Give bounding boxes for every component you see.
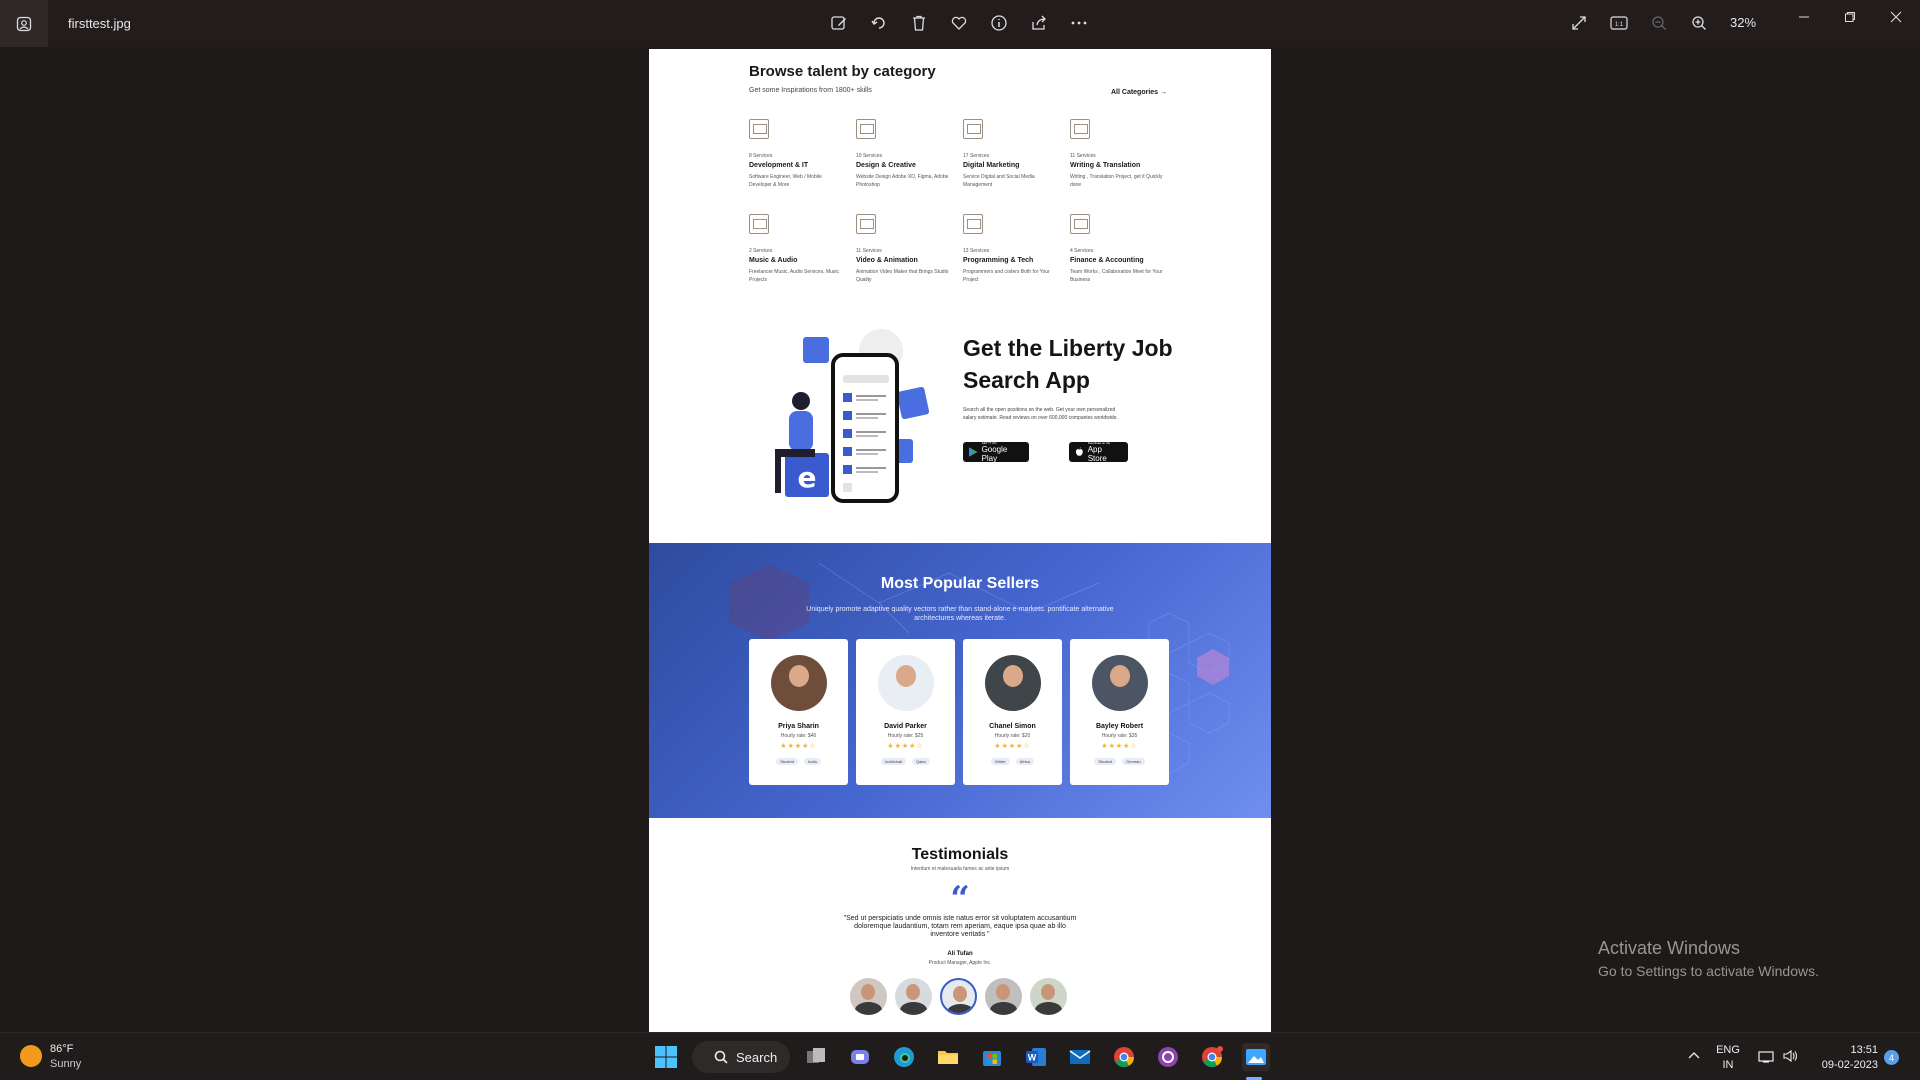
browse-subtitle: Get some Inspirations from 1800+ skills — [749, 87, 872, 94]
finance-icon — [1070, 214, 1090, 234]
google-play-icon — [969, 447, 978, 457]
category-writing: 11 Services Writing & Translation Writin… — [1070, 119, 1165, 189]
clock[interactable]: 13:51 09-02-2023 — [1808, 1043, 1878, 1073]
activate-windows-watermark: Activate Windows Go to Settings to activ… — [1598, 938, 1819, 979]
promo-title: Get the Liberty Job Search App — [963, 335, 1173, 393]
avatar — [1030, 978, 1067, 1015]
testimonials-subtitle: Interdum et malesuada fames ac ante ipsu… — [910, 866, 1010, 872]
chevron-up-icon[interactable] — [1680, 1042, 1708, 1070]
avatar — [877, 655, 934, 711]
browse-title: Browse talent by category — [749, 63, 936, 80]
github-desktop-icon[interactable] — [1154, 1043, 1182, 1071]
zoom-level[interactable]: 32% — [1730, 15, 1756, 30]
seller-card: David Parker Hourly rate: $25 ★★★★☆ Indi… — [856, 639, 955, 785]
minimize-icon[interactable] — [1793, 6, 1815, 28]
avatar — [850, 978, 887, 1015]
edit-image-icon[interactable] — [828, 12, 850, 34]
more-icon[interactable] — [1068, 12, 1090, 34]
zoom-out-icon[interactable] — [1648, 12, 1670, 34]
sellers-subtitle: Uniquely promote adaptive quality vector… — [806, 606, 1114, 622]
quote-mark-icon: “ — [950, 879, 970, 919]
code-icon — [749, 119, 769, 139]
svg-text:W: W — [1028, 1053, 1037, 1063]
category-video: 11 Services Video & Animation Animation … — [856, 214, 951, 284]
category-marketing: 17 Services Digital Marketing Service Di… — [963, 119, 1058, 189]
actual-size-icon[interactable]: 1:1 — [1608, 12, 1630, 34]
category-music: 2 Services Music & Audio Freelancer Musi… — [749, 214, 844, 284]
category-design: 10 Services Design & Creative Website De… — [856, 119, 951, 189]
svg-text:e: e — [798, 461, 817, 494]
seller-card: Chanel Simon Hourly rate: $20 ★★★★☆ Writ… — [963, 639, 1062, 785]
displayed-image: Browse talent by category Get some Inspi… — [649, 49, 1271, 1032]
taskbar-search[interactable]: Search — [692, 1041, 790, 1073]
all-categories-link: All Categories → — [1111, 89, 1168, 96]
avatar — [985, 978, 1022, 1015]
popular-sellers-section: Most Popular Sellers Uniquely promote ad… — [649, 543, 1271, 818]
testimonial-author: Ali Tufan — [947, 951, 973, 957]
weather-condition[interactable]: Sunny — [50, 1058, 81, 1070]
sun-icon[interactable] — [20, 1045, 42, 1067]
taskbar: 86°F Sunny Search W — [0, 1032, 1920, 1080]
google-play-button: GET IT ON Google Play — [963, 441, 1029, 463]
weather-temperature[interactable]: 86°F — [50, 1043, 73, 1055]
mail-icon[interactable] — [1066, 1043, 1094, 1071]
search-icon — [714, 1050, 728, 1064]
music-icon — [749, 214, 769, 234]
volume-icon[interactable] — [1776, 1042, 1804, 1070]
svg-text:1:1: 1:1 — [1615, 22, 1624, 28]
testimonials-title: Testimonials — [911, 846, 1009, 863]
seller-card: Bayley Robert Hourly rate: $35 ★★★★☆ Stu… — [1070, 639, 1169, 785]
avatar — [770, 655, 827, 711]
microsoft-store-icon[interactable] — [978, 1043, 1006, 1071]
share-icon[interactable] — [1028, 12, 1050, 34]
teams-chat-icon[interactable] — [846, 1043, 874, 1071]
avatar — [1091, 655, 1148, 711]
title-bar: firsttest.jpg 1:1 32% — [0, 0, 1920, 47]
promo-text: Search all the open positions on the web… — [963, 407, 1118, 421]
fullscreen-icon[interactable] — [1568, 12, 1590, 34]
photos-app-icon[interactable] — [0, 0, 48, 47]
favorite-icon[interactable] — [948, 12, 970, 34]
rotate-icon[interactable] — [868, 12, 890, 34]
avatar — [895, 978, 932, 1015]
info-icon[interactable] — [988, 12, 1010, 34]
category-programming: 13 Services Programming & Tech Programme… — [963, 214, 1058, 284]
design-icon — [856, 119, 876, 139]
task-view-icon[interactable] — [802, 1043, 830, 1071]
close-icon[interactable] — [1885, 6, 1907, 28]
zoom-in-icon[interactable] — [1688, 12, 1710, 34]
testimonial-quote: "Sed ut perspiciatis unde omnis iste nat… — [843, 915, 1077, 938]
sellers-title: Most Popular Sellers — [880, 575, 1040, 592]
video-icon — [856, 214, 876, 234]
category-development: 8 Services Development & IT Software Eng… — [749, 119, 844, 189]
testimonial-avatars — [850, 978, 1067, 1015]
category-finance: 4 Services Finance & Accounting Team Wor… — [1070, 214, 1165, 284]
app-store-button: Download on the App Store — [1069, 441, 1128, 463]
restore-icon[interactable] — [1839, 6, 1861, 28]
apple-icon — [1075, 447, 1083, 456]
chrome-icon[interactable] — [1110, 1043, 1138, 1071]
testimonial-role: Product Manager, Apple Inc. — [928, 960, 992, 966]
writing-icon — [1070, 119, 1090, 139]
seller-card: Priya Sharin Hourly rate: $40 ★★★★☆ Stud… — [749, 639, 848, 785]
delete-icon[interactable] — [908, 12, 930, 34]
file-name: firsttest.jpg — [68, 16, 131, 31]
avatar — [984, 655, 1041, 711]
file-explorer-icon[interactable] — [934, 1043, 962, 1071]
avatar — [940, 978, 977, 1015]
photos-taskbar-icon[interactable] — [1242, 1043, 1270, 1071]
word-icon[interactable]: W — [1022, 1043, 1050, 1071]
start-icon[interactable] — [652, 1043, 680, 1071]
marketing-icon — [963, 119, 983, 139]
programming-icon — [963, 214, 983, 234]
phone-illustration: e — [761, 329, 941, 509]
notification-badge[interactable]: 4 — [1884, 1050, 1899, 1065]
chrome-profile-icon[interactable] — [1198, 1043, 1226, 1071]
language-indicator[interactable]: ENG IN — [1714, 1043, 1742, 1073]
edge-icon[interactable] — [890, 1043, 918, 1071]
